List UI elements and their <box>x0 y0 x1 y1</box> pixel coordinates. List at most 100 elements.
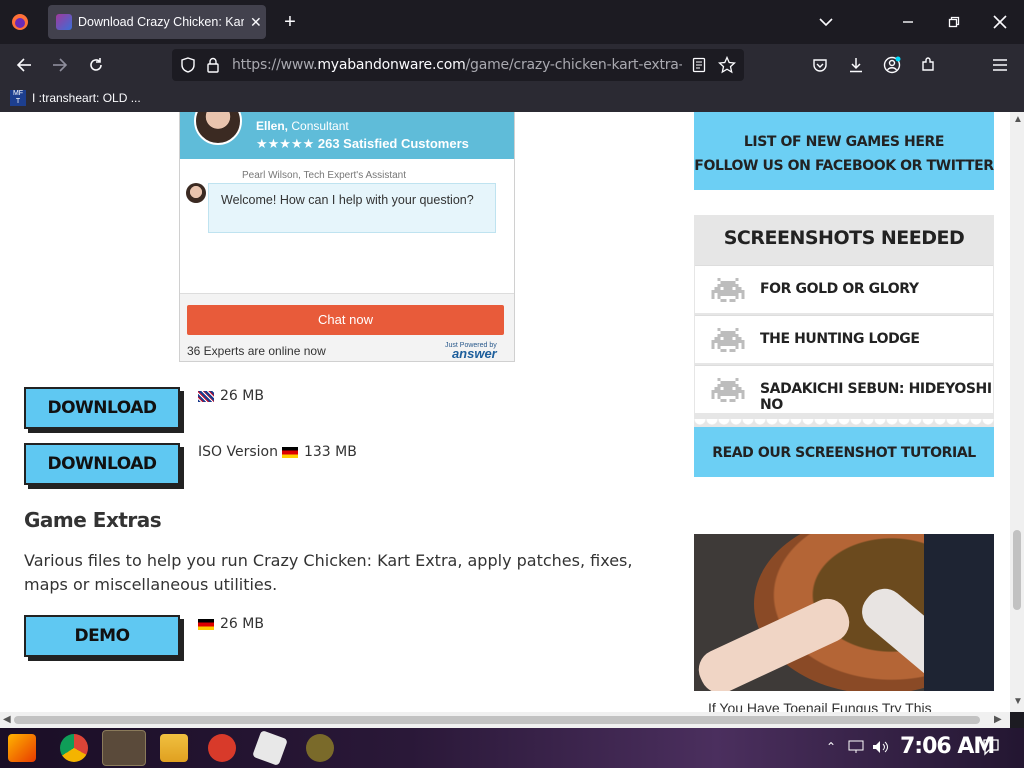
space-invader-icon <box>711 278 745 302</box>
chat-message: Welcome! How can I help with your questi… <box>208 183 496 233</box>
reload-icon[interactable] <box>80 49 112 81</box>
screenshots-needed-panel: SCREENSHOTS NEEDED FOR GOLD OR GLORY THE… <box>694 215 994 477</box>
menu-icon[interactable] <box>984 49 1016 81</box>
chat-widget: Ellen, Consultant ★★★★★ 263 Satisfied Cu… <box>179 112 515 362</box>
taskbar: ⌃ <box>0 728 1024 768</box>
url-path: /game/crazy-chicken-kart-extra-do <box>465 57 682 73</box>
chat-footer: Chat now 36 Experts are online now Just … <box>180 293 514 361</box>
web-page: Ellen, Consultant ★★★★★ 263 Satisfied Cu… <box>0 112 1010 712</box>
germany-flag-icon <box>281 446 298 458</box>
new-games-link[interactable]: LIST OF NEW GAMES HERE <box>694 134 994 150</box>
navigation-toolbar: https://www.myabandonware.com/game/crazy… <box>0 44 1024 86</box>
social-follow-link[interactable]: FOLLOW US ON FACEBOOK OR TWITTER <box>694 158 994 174</box>
bookmark-favicon-icon: MF T <box>10 90 26 106</box>
url-prefix: https://www. <box>232 57 318 73</box>
game-extras-description: Various files to help you run Crazy Chic… <box>24 551 633 594</box>
space-invader-icon <box>711 328 745 352</box>
download-button[interactable]: DOWNLOAD <box>24 387 180 429</box>
expert-name-text: Ellen, <box>256 119 289 133</box>
download-size: 26 MB <box>220 388 264 404</box>
tab-close-icon[interactable]: ✕ <box>250 14 262 31</box>
site-favicon-icon <box>56 14 72 30</box>
extensions-icon[interactable] <box>912 49 944 81</box>
bookmark-star-icon[interactable] <box>717 55 737 79</box>
vertical-scroll-thumb[interactable] <box>1013 530 1021 610</box>
experts-online-text: 36 Experts are online now <box>187 344 326 358</box>
file-explorer-icon[interactable] <box>160 734 188 762</box>
start-menu-icon[interactable] <box>8 734 36 762</box>
network-icon[interactable] <box>848 740 864 759</box>
ad-leg-shape <box>924 534 994 691</box>
scroll-right-icon[interactable]: ▶ <box>994 714 1002 725</box>
demo-size: 26 MB <box>220 616 264 632</box>
vertical-scrollbar[interactable]: ▲ ▼ <box>1010 112 1024 712</box>
list-tabs-chevron-icon[interactable] <box>810 6 842 38</box>
dice-icon[interactable] <box>252 730 288 766</box>
screenshot-item[interactable]: FOR GOLD OR GLORY <box>695 265 993 313</box>
horizontal-scrollbar[interactable]: ◀ ▶ <box>0 712 1010 728</box>
screenshot-item[interactable]: THE HUNTING LODGE <box>695 315 993 363</box>
reader-view-icon[interactable] <box>692 57 706 78</box>
tab-title: Download Crazy Chicken: Kart Extra <box>78 15 244 29</box>
germany-flag-icon <box>198 618 214 630</box>
close-window-icon[interactable] <box>984 6 1016 38</box>
expert-name: Ellen, Consultant <box>256 119 349 133</box>
url-domain: myabandonware.com <box>317 57 466 73</box>
wave-divider <box>694 419 994 429</box>
back-icon[interactable] <box>8 49 40 81</box>
screenshots-needed-title: SCREENSHOTS NEEDED <box>723 227 965 249</box>
screenshot-tutorial-banner[interactable]: READ OUR SCREENSHOT TUTORIAL <box>694 419 994 477</box>
ad-caption[interactable]: If You Have Toenail Fungus Try This <box>708 700 932 712</box>
forward-icon[interactable] <box>44 49 76 81</box>
account-icon[interactable] <box>876 49 908 81</box>
assistant-avatar <box>186 183 206 203</box>
minimize-icon[interactable] <box>892 6 924 38</box>
lock-icon[interactable] <box>206 57 220 78</box>
chrome-icon[interactable] <box>60 734 88 762</box>
bookmark-item[interactable]: MF T I :transheart: OLD ... <box>10 90 141 106</box>
demo-button[interactable]: DEMO <box>24 615 180 657</box>
game-extras-title: Game Extras <box>24 508 162 532</box>
tab-bar: Download Crazy Chicken: Kart Extra ✕ + <box>0 0 1024 44</box>
scroll-down-icon[interactable]: ▼ <box>1013 696 1023 707</box>
download-iso-prefix: ISO Version <box>198 444 278 460</box>
screenshot-tutorial-link[interactable]: READ OUR SCREENSHOT TUTORIAL <box>694 445 994 461</box>
chat-header: Ellen, Consultant ★★★★★ 263 Satisfied Cu… <box>180 112 514 159</box>
shield-icon[interactable] <box>180 57 196 78</box>
demo-info: 26 MB <box>194 616 264 632</box>
bookmarks-toolbar: MF T I :transheart: OLD ... <box>0 86 1024 112</box>
restore-icon[interactable] <box>938 6 970 38</box>
scroll-up-icon[interactable]: ▲ <box>1013 114 1023 125</box>
new-tab-button[interactable]: + <box>274 6 306 38</box>
volume-icon[interactable] <box>872 740 890 759</box>
download-iso-size: 133 MB <box>303 444 357 460</box>
bookmark-label: I :transheart: OLD ... <box>32 91 141 105</box>
screenshot-item-label: FOR GOLD OR GLORY <box>760 281 919 297</box>
horizontal-scroll-thumb[interactable] <box>14 716 980 724</box>
firefox-icon[interactable] <box>4 6 36 38</box>
address-bar[interactable]: https://www.myabandonware.com/game/crazy… <box>172 49 744 81</box>
screenshot-item[interactable]: SADAKICHI SEBUN: HIDEYOSHI NO <box>695 365 993 413</box>
pocket-icon[interactable] <box>804 49 836 81</box>
powered-by-brand: answer <box>451 346 497 361</box>
download-iso-info: ISO Version 133 MB <box>198 444 357 460</box>
chat-now-button[interactable]: Chat now <box>187 305 504 335</box>
screenshot-item-label: SADAKICHI SEBUN: HIDEYOSHI NO <box>760 381 992 413</box>
skull-app-icon[interactable] <box>306 734 334 762</box>
expert-rating: ★★★★★ 263 Satisfied Customers <box>256 136 469 151</box>
download-info: 26 MB <box>194 388 264 404</box>
tray-chevron-icon[interactable]: ⌃ <box>826 740 836 754</box>
new-games-banner[interactable]: LIST OF NEW GAMES HERE FOLLOW US ON FACE… <box>694 112 994 190</box>
download-iso-button[interactable]: DOWNLOAD <box>24 443 180 485</box>
powered-by-logo[interactable]: Just Powered by answer <box>445 342 497 361</box>
app-icon[interactable] <box>208 734 236 762</box>
downloads-icon[interactable] <box>840 49 872 81</box>
tab-active[interactable]: Download Crazy Chicken: Kart Extra ✕ <box>48 5 266 39</box>
url-text[interactable]: https://www.myabandonware.com/game/crazy… <box>232 57 682 73</box>
uk-flag-icon <box>198 390 214 402</box>
ad-image[interactable] <box>694 534 994 691</box>
scroll-left-icon[interactable]: ◀ <box>3 714 11 725</box>
taskbar-clock[interactable]: 7:06 AM <box>900 734 995 759</box>
screenshot-item-label: THE HUNTING LODGE <box>760 331 920 347</box>
firefox-taskbar-icon[interactable] <box>102 730 146 766</box>
